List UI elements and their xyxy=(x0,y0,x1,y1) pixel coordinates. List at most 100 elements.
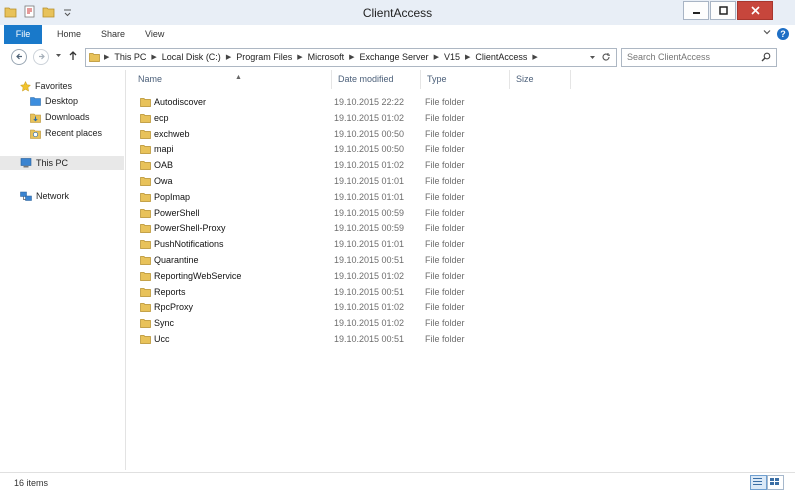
table-row[interactable]: Autodiscover 19.10.2015 22:22 File folder xyxy=(126,94,795,110)
file-list: Name ▲ Date modified Type Size Autodisco… xyxy=(126,70,795,470)
file-type: File folder xyxy=(425,191,465,202)
nav-desktop[interactable]: Desktop xyxy=(30,94,78,108)
nav-this-pc[interactable]: This PC xyxy=(0,156,124,170)
breadcrumb-separator[interactable]: ▶ xyxy=(434,52,439,63)
folder-icon xyxy=(140,303,151,313)
table-row[interactable]: Quarantine 19.10.2015 00:51 File folder xyxy=(126,252,795,268)
folder-icon xyxy=(140,224,151,234)
breadcrumb-local-disk[interactable]: Local Disk (C:) xyxy=(162,52,221,63)
large-icons-view-icon xyxy=(770,478,779,485)
help-button[interactable]: ? xyxy=(777,28,789,40)
file-type: File folder xyxy=(425,255,465,265)
file-type: File folder xyxy=(425,97,465,107)
close-button[interactable] xyxy=(737,1,773,20)
file-date-modified: 19.10.2015 01:02 xyxy=(334,270,405,281)
table-row[interactable]: PowerShell 19.10.2015 00:59 File folder xyxy=(126,205,795,221)
address-history-button[interactable] xyxy=(589,53,596,63)
nav-downloads[interactable]: Downloads xyxy=(30,110,90,124)
breadcrumb-separator[interactable]: ▶ xyxy=(226,52,231,63)
file-name: exchweb xyxy=(154,128,190,139)
breadcrumb-program-files[interactable]: Program Files xyxy=(236,52,292,63)
breadcrumb-separator[interactable]: ▶ xyxy=(532,52,537,63)
breadcrumb-this-pc[interactable]: This PC xyxy=(114,52,146,63)
table-row[interactable]: Reports 19.10.2015 00:51 File folder xyxy=(126,284,795,300)
up-button[interactable] xyxy=(68,50,78,63)
details-view-button[interactable] xyxy=(750,475,767,490)
breadcrumb-separator[interactable]: ▶ xyxy=(151,52,156,63)
file-type: File folder xyxy=(425,270,465,281)
folder-icon xyxy=(140,287,151,297)
arrow-left-icon xyxy=(15,53,22,60)
recent-places-icon xyxy=(30,129,41,139)
file-name: ecp xyxy=(154,112,169,123)
tab-share[interactable]: Share xyxy=(101,25,125,44)
column-header-type[interactable]: Type xyxy=(421,70,510,89)
breadcrumb-microsoft[interactable]: Microsoft xyxy=(308,52,345,63)
table-row[interactable]: RpcProxy 19.10.2015 01:02 File folder xyxy=(126,299,795,315)
table-row[interactable]: Sync 19.10.2015 01:02 File folder xyxy=(126,315,795,331)
forward-button[interactable] xyxy=(33,49,49,65)
table-row[interactable]: PowerShell-Proxy 19.10.2015 00:59 File fol… xyxy=(126,220,795,236)
back-button[interactable] xyxy=(11,49,27,65)
file-type: File folder xyxy=(425,286,465,297)
file-type: File folder xyxy=(425,160,465,171)
table-row[interactable]: OAB 19.10.2015 01:02 File folder xyxy=(126,157,795,173)
recent-locations-button[interactable] xyxy=(55,51,62,61)
file-name: Quarantine xyxy=(154,255,199,265)
file-name: PushNotifications xyxy=(154,239,224,250)
tab-home[interactable]: Home xyxy=(57,25,81,44)
file-date-modified: 19.10.2015 00:50 xyxy=(334,144,405,155)
chevron-down-icon xyxy=(590,56,595,59)
tab-file[interactable]: File xyxy=(4,25,42,44)
column-header-date[interactable]: Date modified xyxy=(332,70,421,89)
folder-icon xyxy=(140,98,151,107)
search-input[interactable] xyxy=(627,51,755,63)
table-row[interactable]: ReportingWebService 19.10.2015 01:02 File … xyxy=(126,268,795,284)
table-row[interactable]: mapi 19.10.2015 00:50 File folder xyxy=(126,141,795,157)
title-bar: ClientAccess xyxy=(0,0,795,26)
table-row[interactable]: exchweb 19.10.2015 00:50 File folder xyxy=(126,126,795,142)
search-box[interactable] xyxy=(621,48,777,67)
nav-this-pc-label: This PC xyxy=(36,158,69,168)
file-type: File folder xyxy=(425,128,465,139)
table-row[interactable]: ecp 19.10.2015 01:02 File folder xyxy=(126,110,795,126)
folder-icon xyxy=(140,208,151,218)
file-name: mapi xyxy=(154,144,174,155)
nav-network[interactable]: Network xyxy=(20,189,69,203)
address-bar[interactable]: ▶ This PC ▶ Local Disk (C:) ▶ Program Fi… xyxy=(85,48,617,67)
chevron-down-icon xyxy=(763,30,771,35)
table-row[interactable]: PushNotifications 19.10.2015 01:01 File fo… xyxy=(126,236,795,252)
refresh-icon xyxy=(602,53,610,61)
file-name: Ucc xyxy=(154,334,170,344)
large-icons-view-button[interactable] xyxy=(767,475,784,490)
nav-favorites[interactable]: Favorites xyxy=(20,79,72,93)
file-name: ReportingWebService xyxy=(154,270,242,281)
nav-desktop-label: Desktop xyxy=(45,96,79,106)
table-row[interactable]: PopImap 19.10.2015 01:01 File folder xyxy=(126,189,795,205)
file-date-modified: 19.10.2015 01:01 xyxy=(334,176,405,186)
network-icon xyxy=(20,191,32,201)
breadcrumb-separator[interactable]: ▶ xyxy=(297,52,302,63)
breadcrumb-v15[interactable]: V15 xyxy=(444,52,460,63)
column-header-name[interactable]: Name ▲ xyxy=(132,70,332,89)
breadcrumb-exchange-server[interactable]: Exchange Server xyxy=(360,52,429,63)
table-row[interactable]: Owa 19.10.2015 01:01 File folder xyxy=(126,173,795,189)
folder-icon xyxy=(140,319,151,329)
file-date-modified: 19.10.2015 00:51 xyxy=(334,255,405,265)
breadcrumb-separator[interactable]: ▶ xyxy=(349,52,354,63)
expand-ribbon-button[interactable] xyxy=(763,28,771,38)
maximize-button[interactable] xyxy=(710,1,736,20)
breadcrumb-clientaccess[interactable]: ClientAccess xyxy=(475,52,527,63)
folder-icon xyxy=(140,240,151,250)
breadcrumb-separator[interactable]: ▶ xyxy=(465,52,470,63)
search-icon[interactable] xyxy=(761,52,771,62)
file-date-modified: 19.10.2015 00:51 xyxy=(334,286,405,297)
file-type: File folder xyxy=(425,112,465,123)
nav-recent-places[interactable]: Recent places xyxy=(30,126,102,140)
refresh-button[interactable] xyxy=(601,52,611,64)
table-row[interactable]: Ucc 19.10.2015 00:51 File folder xyxy=(126,331,795,347)
column-header-size[interactable]: Size xyxy=(510,70,571,89)
tab-view[interactable]: View xyxy=(145,25,164,44)
breadcrumb: ▶ This PC ▶ Local Disk (C:) ▶ Program Fi… xyxy=(104,52,538,63)
minimize-button[interactable] xyxy=(683,1,709,20)
